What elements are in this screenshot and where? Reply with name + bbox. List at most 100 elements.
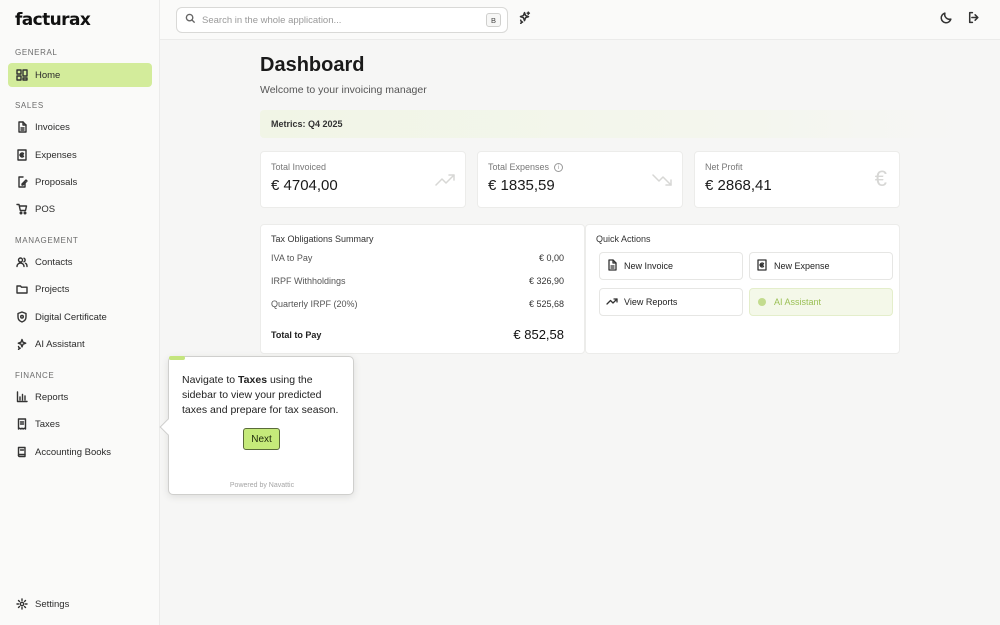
logout-button[interactable] xyxy=(965,11,981,29)
section-title-sales: SALES xyxy=(15,101,44,110)
tax-row: Quarterly IRPF (20%) € 525,68 xyxy=(271,299,564,309)
sidebar-item-label: Expenses xyxy=(35,149,77,161)
sidebar-item-ai-assistant[interactable]: AI Assistant xyxy=(8,332,152,356)
tax-row-amount: € 0,00 xyxy=(538,253,564,263)
metric-card-total-invoiced: Total Invoiced € 4704,00 xyxy=(260,151,466,208)
button-label: View Reports xyxy=(624,297,678,307)
page-subtitle: Welcome to your invoicing manager xyxy=(260,84,427,96)
top-bar: B xyxy=(160,0,1000,40)
sidebar-item-label: Accounting Books xyxy=(35,446,112,458)
tax-total-amount: € 852,58 xyxy=(513,327,564,342)
tax-receipt-icon xyxy=(16,418,28,430)
tour-footer: Powered by Navattic xyxy=(229,482,295,489)
theme-toggle-button[interactable] xyxy=(938,12,954,28)
tax-row: IRPF Withholdings € 326,90 xyxy=(271,276,564,286)
ai-assistant-button[interactable]: AI Assistant xyxy=(749,288,893,316)
sidebar-item-invoices[interactable]: Invoices xyxy=(8,115,152,139)
sidebar-item-label: Settings xyxy=(35,598,70,610)
metrics-period-label: Metrics: Q4 2025 xyxy=(260,110,960,138)
tour-next-button[interactable]: Next xyxy=(243,428,280,450)
users-icon xyxy=(16,256,28,268)
view-reports-button[interactable]: View Reports xyxy=(599,288,743,316)
button-label: New Expense xyxy=(774,261,830,271)
cart-icon xyxy=(16,203,28,215)
metric-card-total-expenses: Total Expenses i € 1835,59 xyxy=(477,151,683,208)
tax-row: IVA to Pay € 0,00 xyxy=(271,253,564,263)
gear-icon xyxy=(16,598,28,610)
sidebar-item-label: Projects xyxy=(35,283,70,295)
sidebar-item-expenses[interactable]: Expenses xyxy=(8,143,152,167)
app-logo[interactable]: facturax xyxy=(15,10,91,30)
document-pen-icon xyxy=(16,176,28,188)
tax-row-label: IRPF Withholdings xyxy=(271,276,346,286)
shield-icon xyxy=(16,311,28,323)
sidebar-item-label: POS xyxy=(35,203,56,215)
search-box[interactable]: B xyxy=(176,7,508,33)
sidebar-item-accounting-books[interactable]: Accounting Books xyxy=(8,440,152,464)
info-icon[interactable]: i xyxy=(554,162,564,172)
trending-up-icon xyxy=(435,170,455,195)
tour-progress-indicator xyxy=(169,356,185,360)
tax-row-amount: € 326,90 xyxy=(528,276,564,286)
sidebar-item-settings[interactable]: Settings xyxy=(8,592,152,616)
tooltip-arrow xyxy=(159,418,177,436)
tax-row-amount: € 525,68 xyxy=(528,299,564,309)
bar-chart-icon xyxy=(16,391,28,403)
button-label: New Invoice xyxy=(624,261,674,271)
sidebar-item-label: Reports xyxy=(35,391,69,403)
document-icon xyxy=(606,259,624,273)
dot-icon xyxy=(758,298,766,306)
metric-card-net-profit: Net Profit € 2868,41 € xyxy=(694,151,900,208)
panel-title: Quick Actions xyxy=(596,234,651,244)
sparkle-icon xyxy=(16,338,28,350)
section-title-management: MANAGEMENT xyxy=(15,236,79,245)
sidebar-item-label: AI Assistant xyxy=(35,338,85,350)
sidebar-item-taxes[interactable]: Taxes xyxy=(8,412,152,436)
trending-up-icon xyxy=(606,295,624,309)
euro-receipt-icon xyxy=(756,259,774,273)
page-title: Dashboard xyxy=(260,54,365,76)
search-shortcut-badge: B xyxy=(486,13,501,27)
sidebar-item-contacts[interactable]: Contacts xyxy=(8,250,152,274)
sidebar-item-home[interactable]: Home xyxy=(8,63,152,87)
logout-icon xyxy=(967,11,980,29)
ai-sparkle-button[interactable] xyxy=(516,11,532,29)
button-label: AI Assistant xyxy=(774,297,822,307)
sidebar-item-pos[interactable]: POS xyxy=(8,197,152,221)
sidebar-item-label: Digital Certificate xyxy=(35,311,107,323)
quick-actions-panel: Quick Actions New Invoice New Expense Vi… xyxy=(585,224,900,354)
sidebar: facturax GENERAL Home SALES Invoices Exp… xyxy=(0,0,160,625)
sparkle-icon xyxy=(518,11,531,29)
invoice-icon xyxy=(16,121,28,133)
euro-receipt-icon xyxy=(16,149,28,161)
tax-row-label: IVA to Pay xyxy=(271,253,313,263)
sidebar-item-label: Proposals xyxy=(35,176,78,188)
tax-row-label: Quarterly IRPF (20%) xyxy=(271,299,358,309)
sidebar-item-proposals[interactable]: Proposals xyxy=(8,170,152,194)
tax-obligations-panel: Tax Obligations Summary IVA to Pay € 0,0… xyxy=(260,224,585,354)
metric-label: Net Profit xyxy=(705,162,743,172)
sidebar-item-label: Home xyxy=(35,69,61,81)
section-title-general: GENERAL xyxy=(15,48,58,57)
new-expense-button[interactable]: New Expense xyxy=(749,252,893,280)
tour-message: Navigate to Taxes using the sidebar to v… xyxy=(182,374,339,416)
tour-tooltip: Navigate to Taxes using the sidebar to v… xyxy=(159,356,354,495)
sidebar-item-label: Taxes xyxy=(35,418,60,430)
search-icon xyxy=(185,11,196,29)
dashboard-icon xyxy=(16,69,28,81)
tax-total-row: Total to Pay € 852,58 xyxy=(271,327,564,342)
panel-title: Tax Obligations Summary xyxy=(271,234,374,244)
sidebar-item-reports[interactable]: Reports xyxy=(8,385,152,409)
new-invoice-button[interactable]: New Invoice xyxy=(599,252,743,280)
section-title-finance: FINANCE xyxy=(15,371,55,380)
sidebar-item-digital-certificate[interactable]: Digital Certificate xyxy=(8,305,152,329)
search-input[interactable] xyxy=(202,14,472,26)
book-icon xyxy=(16,446,28,458)
moon-icon xyxy=(940,11,953,29)
sidebar-item-label: Contacts xyxy=(35,256,73,268)
folder-icon xyxy=(16,283,28,295)
trending-down-icon xyxy=(652,170,672,195)
sidebar-item-projects[interactable]: Projects xyxy=(8,277,152,301)
euro-icon: € xyxy=(874,166,887,191)
sidebar-item-label: Invoices xyxy=(35,121,70,133)
